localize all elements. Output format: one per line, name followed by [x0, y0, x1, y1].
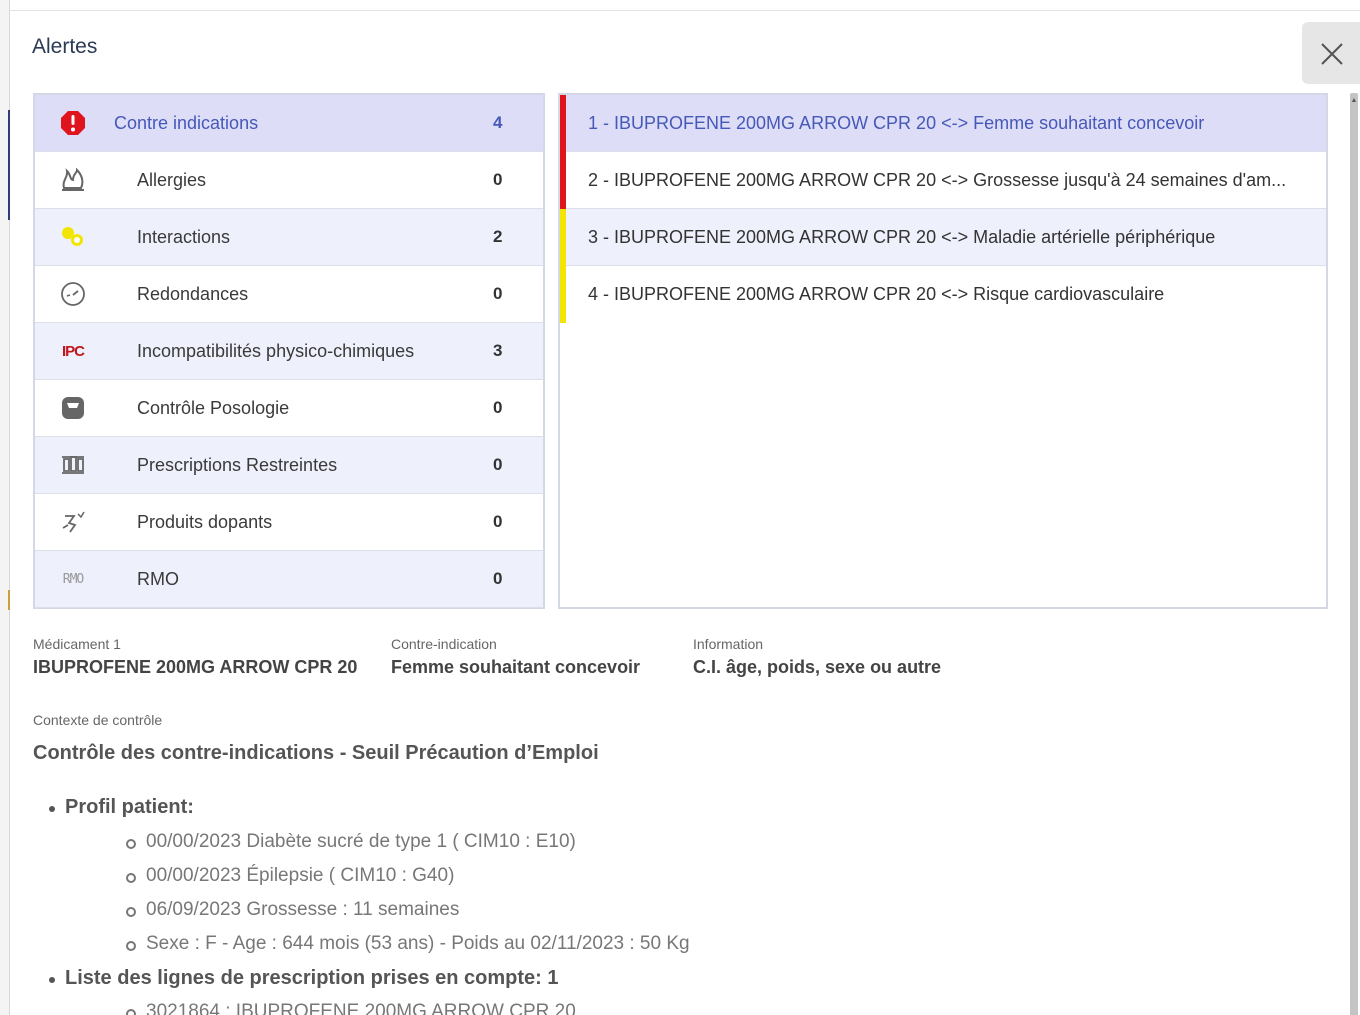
category-controle-posologie[interactable]: Contrôle Posologie 0 — [35, 380, 543, 437]
category-label: Contre indications — [114, 112, 259, 133]
alert-text: 1 - IBUPROFENE 200MG ARROW CPR 20 <-> Fe… — [588, 112, 1205, 133]
prescription-lines-heading: Liste des lignes de prescription prises … — [48, 967, 559, 989]
category-count: 0 — [493, 569, 503, 588]
category-label: Incompatibilités physico-chimiques — [137, 340, 415, 361]
alert-item[interactable]: 1 - IBUPROFENE 200MG ARROW CPR 20 <-> Fe… — [560, 95, 1326, 152]
scrollbar[interactable] — [1350, 93, 1358, 1015]
medicament-label: Médicament 1 — [33, 636, 121, 652]
rmo-icon: RMO — [62, 571, 85, 587]
category-label: RMO — [137, 568, 179, 589]
profile-item: 00/00/2023 Diabète sucré de type 1 ( CIM… — [126, 831, 576, 852]
contre-indication-value: Femme souhaitant concevoir — [391, 657, 641, 677]
gauge-icon — [35, 281, 111, 307]
alert-circle-icon — [35, 110, 111, 136]
category-count: 0 — [493, 170, 503, 189]
alert-text: 2 - IBUPROFENE 200MG ARROW CPR 20 <-> Gr… — [588, 169, 1287, 190]
scroll-up-arrow[interactable]: ▲ — [1350, 96, 1358, 106]
alert-category-list: Contre indications 4 Allergies 0 Interac… — [33, 93, 545, 609]
category-interactions[interactable]: Interactions 2 — [35, 209, 543, 266]
background-app-edge — [0, 0, 10, 1015]
category-label: Produits dopants — [137, 511, 273, 532]
information-value: C.I. âge, poids, sexe ou autre — [693, 657, 942, 677]
category-label: Interactions — [137, 226, 231, 247]
category-count: 2 — [493, 227, 503, 246]
contre-indication-label: Contre-indication — [391, 636, 497, 652]
profile-item: 06/09/2023 Grossesse : 11 semaines — [125, 899, 460, 920]
profile-item: Sexe : F - Age : 644 mois (53 ans) - Poi… — [126, 933, 690, 954]
medicament-value: IBUPROFENE 200MG ARROW CPR 20 — [33, 657, 358, 677]
alert-item[interactable]: 2 - IBUPROFENE 200MG ARROW CPR 20 <-> Gr… — [560, 152, 1326, 209]
category-count: 4 — [493, 113, 503, 132]
category-count: 0 — [493, 512, 503, 531]
severity-bar — [560, 209, 566, 266]
ipc-icon: IPC — [61, 342, 85, 360]
prescription-line-item: 3021864 : IBUPROFENE 200MG ARROW CPR 20 — [126, 1001, 576, 1015]
category-count: 0 — [493, 398, 503, 417]
context-title: Contrôle des contre-indications - Seuil … — [33, 742, 599, 764]
category-label: Prescriptions Restreintes — [137, 454, 338, 475]
category-allergies[interactable]: Allergies 0 — [35, 152, 543, 209]
category-label: Redondances — [137, 283, 249, 304]
restricted-icon — [35, 453, 111, 477]
severity-bar — [560, 152, 566, 209]
alert-list: 1 - IBUPROFENE 200MG ARROW CPR 20 <-> Fe… — [558, 93, 1328, 609]
interactions-icon — [35, 225, 111, 249]
profile-item: 00/00/2023 Épilepsie ( CIM10 : G40) — [125, 865, 455, 886]
alerts-dialog: Alertes ▲ Contre indications 4 Allergies… — [10, 10, 1360, 1015]
profile-heading: Profil patient: — [49, 796, 194, 818]
runner-icon — [35, 510, 111, 534]
category-rmo[interactable]: RMO RMO 0 — [35, 551, 543, 608]
category-label: Allergies — [137, 169, 207, 190]
category-count: 0 — [493, 284, 503, 303]
dialog-title: Alertes — [32, 35, 98, 58]
allergy-icon — [35, 168, 111, 192]
category-redondances[interactable]: Redondances 0 — [35, 266, 543, 323]
alert-item[interactable]: 4 - IBUPROFENE 200MG ARROW CPR 20 <-> Ri… — [560, 266, 1326, 323]
information-label: Information — [693, 636, 764, 652]
scale-icon — [35, 395, 111, 421]
category-produits-dopants[interactable]: Produits dopants 0 — [35, 494, 543, 551]
context-label: Contexte de contrôle — [33, 712, 163, 728]
category-count: 0 — [493, 455, 503, 474]
category-incompatibilites[interactable]: IPC Incompatibilités physico-chimiques 3 — [35, 323, 543, 380]
alert-item[interactable]: 3 - IBUPROFENE 200MG ARROW CPR 20 <-> Ma… — [560, 209, 1326, 266]
alert-text: 4 - IBUPROFENE 200MG ARROW CPR 20 <-> Ri… — [588, 284, 1165, 304]
close-icon — [1321, 43, 1343, 65]
category-label: Contrôle Posologie — [137, 397, 290, 418]
severity-bar — [560, 95, 566, 152]
category-prescriptions-restreintes[interactable]: Prescriptions Restreintes 0 — [35, 437, 543, 494]
severity-bar — [560, 266, 566, 323]
alert-text: 3 - IBUPROFENE 200MG ARROW CPR 20 <-> Ma… — [588, 226, 1216, 247]
category-count: 3 — [493, 341, 503, 360]
category-contre-indications[interactable]: Contre indications 4 — [35, 95, 543, 152]
close-button[interactable] — [1302, 22, 1360, 84]
